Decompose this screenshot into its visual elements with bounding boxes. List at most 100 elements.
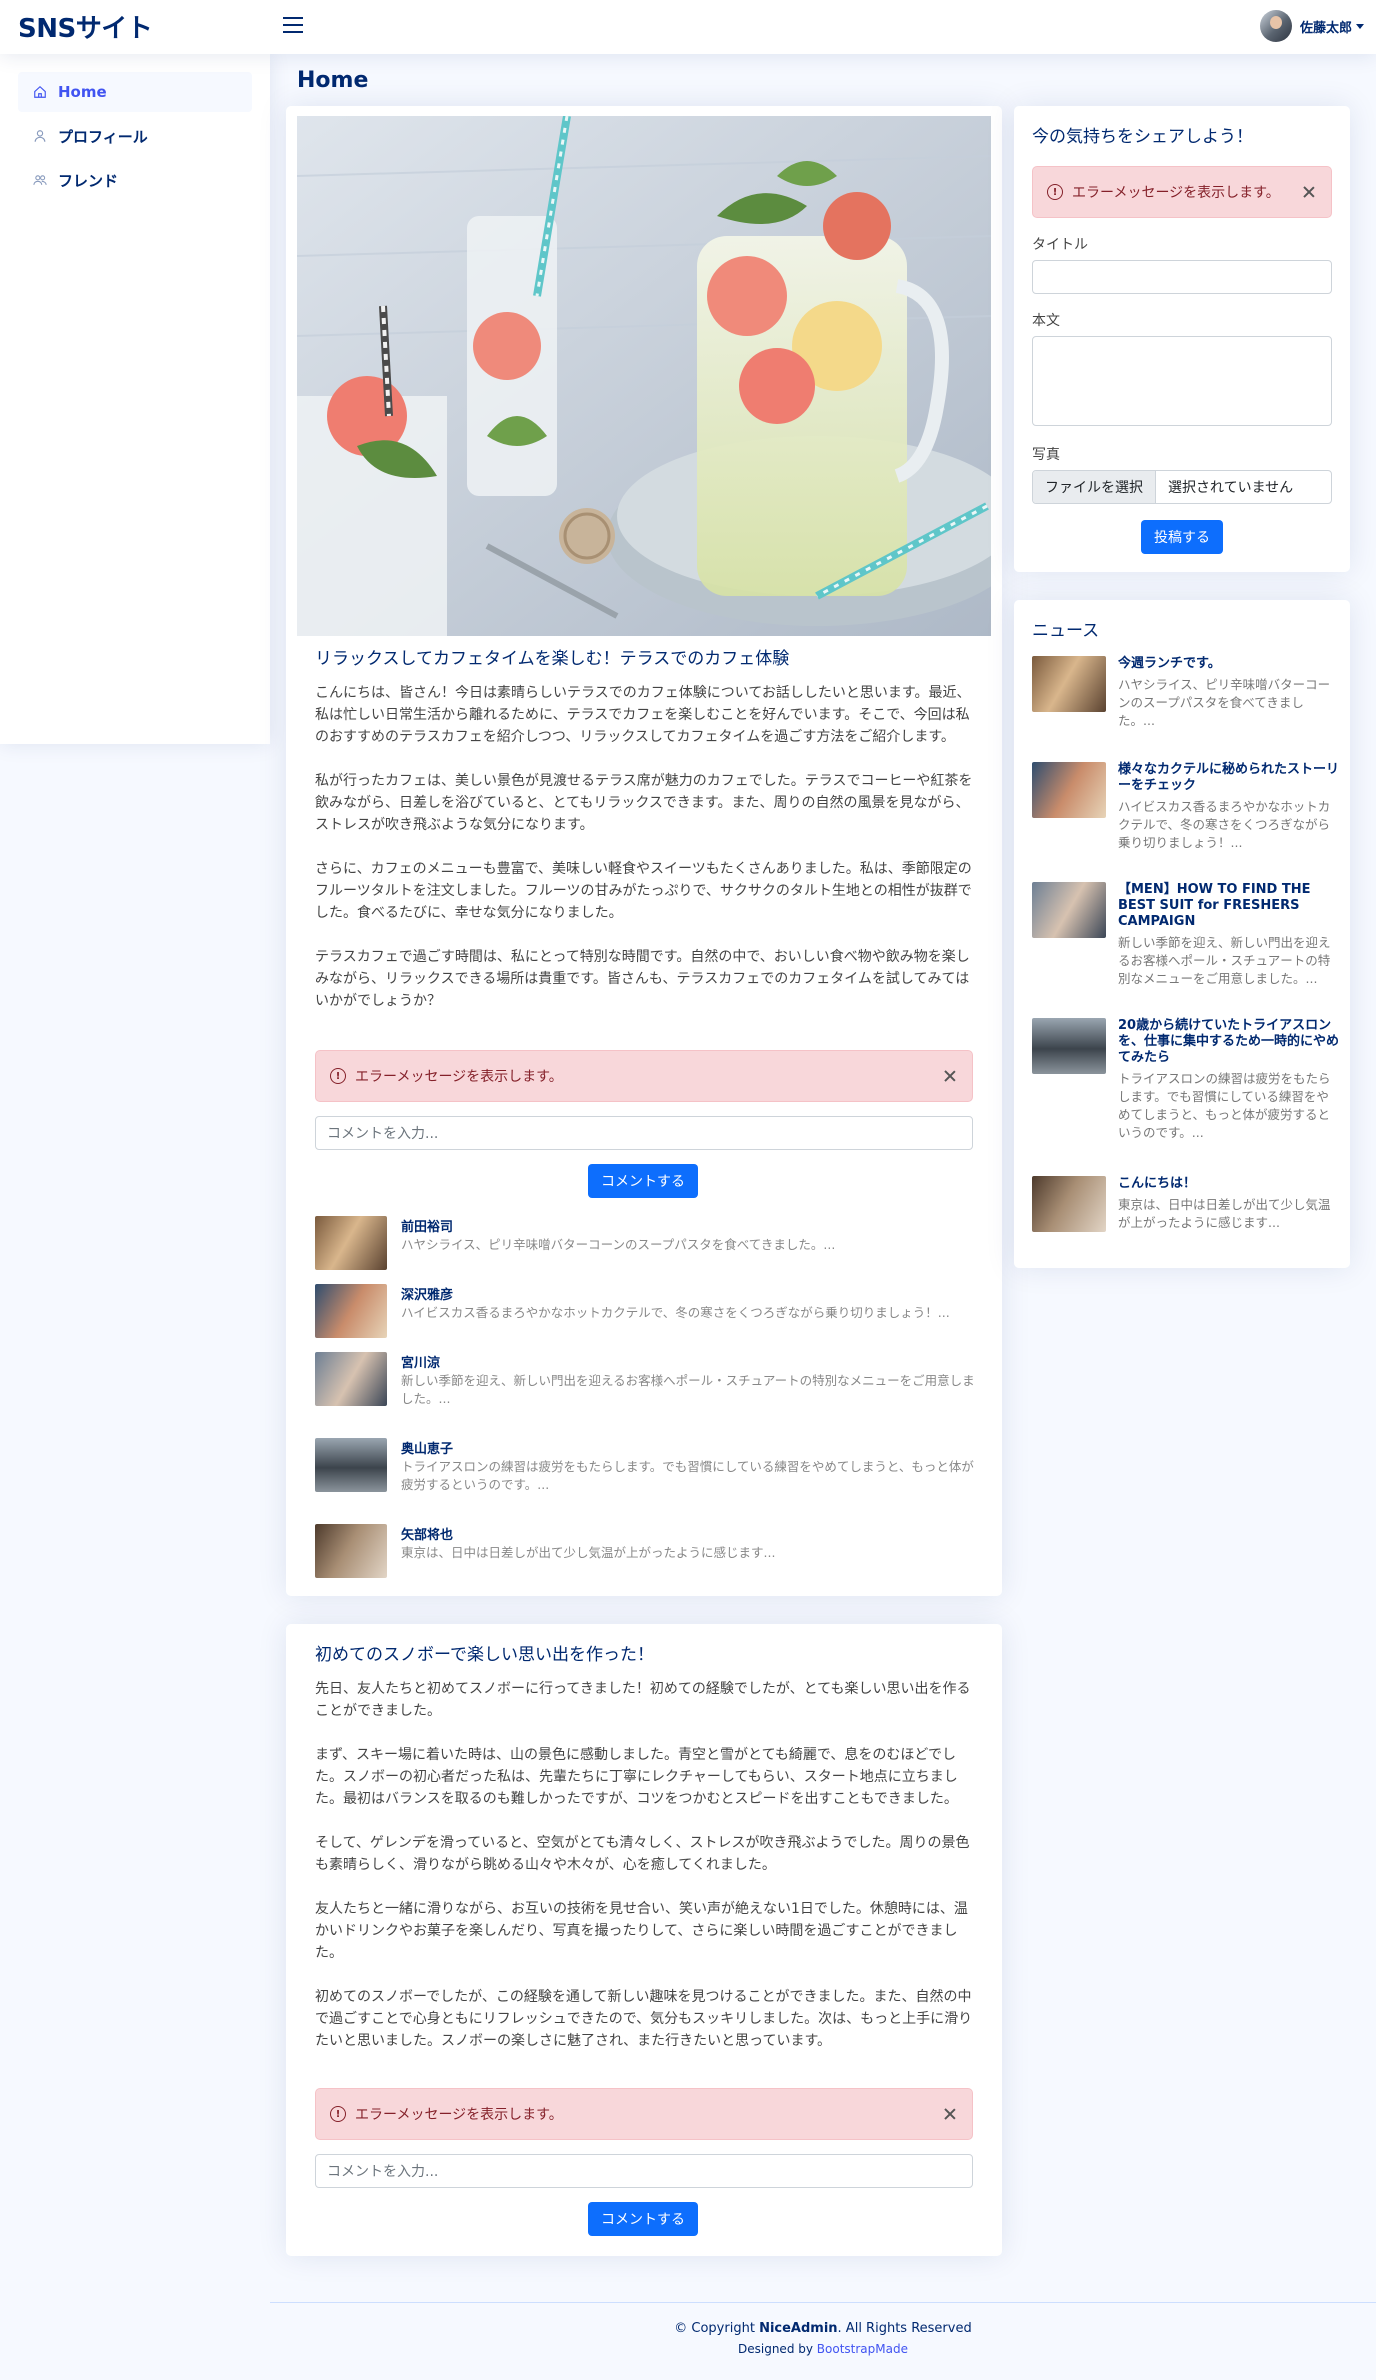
post-paragraph: 先日、友人たちと初めてスノボーに行ってきました！初めての経験でしたが、とても楽し… [315,1681,971,1719]
post-body: 先日、友人たちと初めてスノボーに行ってきました！初めての経験でしたが、とても楽し… [315,1678,977,2074]
news-thumbnail[interactable] [1032,1018,1106,1074]
sidebar: Home プロフィール フレンド [0,54,270,744]
home-icon [32,84,48,100]
error-alert: ! エラーメッセージを表示します。 [315,2088,973,2140]
comment-author[interactable]: 深沢雅彦 [401,1284,453,1303]
alert-message: エラーメッセージを表示します。 [1072,185,1280,201]
exclamation-circle-icon: ! [330,2106,346,2122]
file-status: 選択されていません [1168,480,1294,496]
comment-text: トライアスロンの練習は疲労をもたらします。でも習慣にしている練習をやめてしまうと… [401,1459,974,1492]
brand-name: NiceAdmin [759,2321,838,2336]
news-title: ニュース [1032,621,1100,641]
comment-text: 東京は、日中は日差しが出て少し気温が上がったように感じます... [401,1545,776,1560]
news-thumbnail[interactable] [1032,656,1106,712]
title-label: タイトル [1032,237,1088,253]
post-paragraph: まず、スキー場に着いた時は、山の景色に感動しました。青空と雪がとても綺麗で、息を… [315,1747,958,1807]
news-item-text: トライアスロンの練習は疲労をもたらします。でも習慣にしている練習をやめてしまうと… [1118,1071,1331,1140]
choose-file-button[interactable]: ファイルを選択 [1033,471,1156,503]
comment-thumbnail[interactable] [315,1524,387,1578]
post-body: こんにちは、皆さん！今日は素晴らしいテラスでのカフェ体験についてお話ししたいと思… [315,682,977,1034]
news-item-text: ハヤシライス、ピリ辛味噌バターコーンのスープパスタを食べてきました。... [1118,677,1331,728]
close-icon[interactable] [1301,184,1317,200]
news-thumbnail[interactable] [1032,762,1106,818]
comment-text: ハイビスカス香るまろやかなホットカクテルで、冬の寒さをくつろぎながら乗り切りまし… [401,1305,950,1320]
copyright-suffix: . All Rights Reserved [837,2321,972,2336]
share-title: 今の気持ちをシェアしよう！ [1032,127,1253,147]
title-input[interactable] [1032,260,1332,294]
share-card: 今の気持ちをシェアしよう！ ! エラーメッセージを表示します。 タイトル 本文 … [1014,106,1350,572]
user-name[interactable]: 佐藤太郎 [1300,17,1352,36]
post-card: リラックスしてカフェタイムを楽しむ！テラスでのカフェ体験 こんにちは、皆さん！今… [286,106,1002,1596]
body-textarea[interactable] [1032,336,1332,426]
post-paragraph: さらに、カフェのメニューも豊富で、美味しい軽食やスイーツもたくさんありました。私… [315,861,972,921]
comment-author[interactable]: 前田裕司 [401,1216,453,1235]
copyright-prefix: © Copyright [674,2321,760,2336]
news-item-text: 東京は、日中は日差しが出て少し気温が上がったように感じます... [1118,1197,1331,1230]
copyright: © Copyright NiceAdmin. All Rights Reserv… [270,2321,1376,2336]
sidebar-item-label: Home [58,83,107,101]
page-title: Home [297,68,369,93]
exclamation-circle-icon: ! [330,1068,346,1084]
footer: © Copyright NiceAdmin. All Rights Reserv… [270,2302,1376,2356]
close-icon[interactable] [942,1068,958,1084]
news-item-title[interactable]: 今週ランチです。 [1118,656,1340,672]
post-paragraph: そして、ゲレンデを滑っていると、空気がとても清々しく、ストレスが吹き飛ぶようでし… [315,1835,970,1873]
chevron-down-icon[interactable] [1356,23,1364,29]
site-logo[interactable]: SNSサイト [18,8,153,45]
comment-author[interactable]: 宮川涼 [401,1352,440,1371]
sidebar-item-friends[interactable]: フレンド [18,160,252,200]
top-header: SNSサイト 佐藤太郎 [0,0,1376,54]
alert-message: エラーメッセージを表示します。 [355,1069,563,1085]
news-item-title[interactable]: 様々なカクテルに秘められたストーリーをチェック [1118,762,1340,794]
comment-text: ハヤシライス、ピリ辛味噌バターコーンのスープパスタを食べてきました。... [401,1237,836,1252]
comment-author[interactable]: 奥山恵子 [401,1438,453,1457]
sidebar-item-home[interactable]: Home [18,72,252,112]
comment-thumbnail[interactable] [315,1438,387,1492]
post-paragraph: こんにちは、皆さん！今日は素晴らしいテラスでのカフェ体験についてお話ししたいと思… [315,685,971,745]
people-icon [32,172,48,188]
exclamation-circle-icon: ! [1047,184,1063,200]
user-menu[interactable]: 佐藤太郎 [1259,10,1364,42]
designer-link[interactable]: BootstrapMade [817,2342,908,2356]
comment-thumbnail[interactable] [315,1216,387,1270]
credits: Designed by BootstrapMade [270,2342,1376,2356]
comment-input[interactable]: コメントを入力... [315,1116,973,1150]
comment-button[interactable]: コメントする [588,2202,698,2236]
submit-post-button[interactable]: 投稿する [1141,520,1223,554]
comment-text: 新しい季節を迎え、新しい門出を迎えるお客様へポール・スチュアートの特別なメニュー… [401,1373,975,1406]
comment-author[interactable]: 矢部将也 [401,1524,453,1543]
post-title[interactable]: リラックスしてカフェタイムを楽しむ！テラスでのカフェ体験 [315,644,789,669]
body-label: 本文 [1032,313,1060,329]
news-item-text: ハイビスカス香るまろやかなホットカクテルで、冬の寒さをくつろぎながら乗り切りまし… [1118,799,1331,850]
photo-label: 写真 [1032,447,1060,463]
post-paragraph: テラスカフェで過ごす時間は、私にとって特別な時間です。自然の中で、おいしい食べ物… [315,949,970,1009]
post-paragraph: 初めてのスノボーでしたが、この経験を通して新しい趣味を見つけることができました。… [315,1989,973,2049]
alert-message: エラーメッセージを表示します。 [355,2107,563,2123]
news-item-text: 新しい季節を迎え、新しい門出を迎えるお客様へポール・スチュアートの特別なメニュー… [1118,935,1331,986]
sidebar-item-label: フレンド [58,171,119,190]
designed-by-label: Designed by [738,2342,817,2356]
post-paragraph: 私が行ったカフェは、美しい景色が見渡せるテラス席が魅力のカフェでした。テラスでコ… [315,773,973,833]
post-image [297,116,991,636]
comment-input[interactable]: コメントを入力... [315,2154,973,2188]
sidebar-item-label: プロフィール [58,127,148,146]
person-icon [32,128,48,144]
sidebar-toggle-icon[interactable] [283,17,303,37]
news-item-title[interactable]: 20歳から続けていたトライアスロンを、仕事に集中するため一時的にやめてみたら [1118,1018,1340,1066]
error-alert: ! エラーメッセージを表示します。 [315,1050,973,1102]
news-card: ニュース 今週ランチです。 ハヤシライス、ピリ辛味噌バターコーンのスープパスタを… [1014,600,1350,1268]
comment-thumbnail[interactable] [315,1284,387,1338]
news-thumbnail[interactable] [1032,1176,1106,1232]
photo-file-input[interactable]: ファイルを選択 選択されていません [1032,470,1332,504]
comment-button[interactable]: コメントする [588,1164,698,1198]
comment-thumbnail[interactable] [315,1352,387,1406]
avatar[interactable] [1259,10,1292,42]
news-thumbnail[interactable] [1032,882,1106,938]
news-item-title[interactable]: こんにちは！ [1118,1176,1340,1192]
post-card: 初めてのスノボーで楽しい思い出を作った！ 先日、友人たちと初めてスノボーに行って… [286,1624,1002,2256]
post-paragraph: 友人たちと一緒に滑りながら、お互いの技術を見せ合い、笑い声が絶えない1日でした。… [315,1901,968,1961]
post-title[interactable]: 初めてのスノボーで楽しい思い出を作った！ [315,1640,654,1665]
close-icon[interactable] [942,2106,958,2122]
news-item-title[interactable]: 【MEN】HOW TO FIND THE BEST SUIT for FRESH… [1118,882,1340,930]
sidebar-item-profile[interactable]: プロフィール [18,116,252,156]
